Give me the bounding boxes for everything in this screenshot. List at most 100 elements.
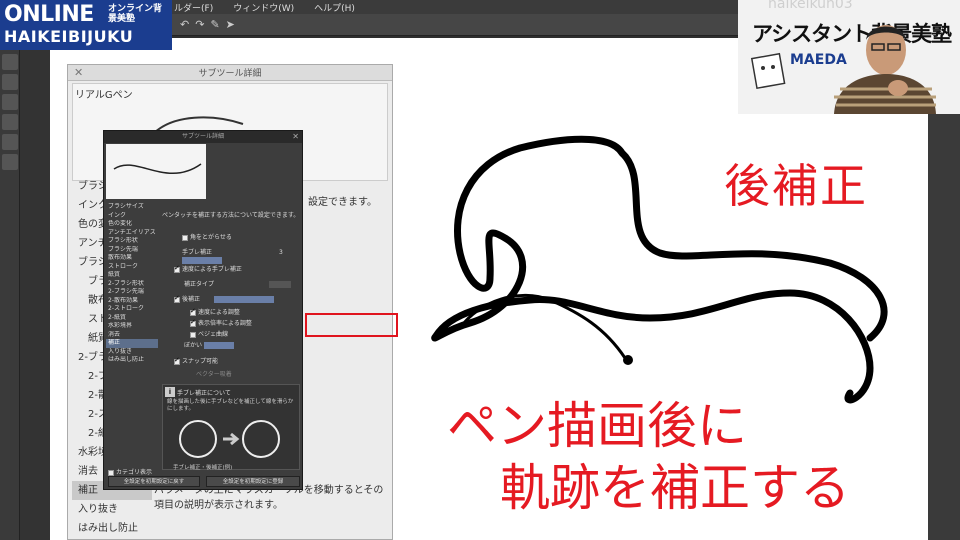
popup-category-item[interactable]: 散布効果 [106,254,158,263]
brand-line1: ONLINE [4,2,94,27]
webcam-faint-text: haikeikun03 [768,0,853,12]
reset-settings-button[interactable]: 全設定を初期設定に戻す [108,476,200,487]
stabilize-label: 手ブレ補正 [182,249,213,256]
category-item[interactable]: はみ出し防止 [72,519,152,538]
mascot-icon [750,52,786,90]
info-title: 手ブレ補正について [177,390,231,397]
arrow-icon[interactable]: ➤ [226,18,235,31]
category-display-checkbox[interactable] [108,469,114,476]
brand-logo: ONLINE オンライン背景美塾 HAIKEIBIJUKU [0,0,172,50]
brand-line1-jp: オンライン背景美塾 [108,4,163,24]
popup-category-item[interactable]: ブラシ形状 [106,237,158,246]
bezier-label: ベジェ曲線 [198,331,229,338]
speed-checkbox[interactable] [174,264,180,273]
corner-option[interactable]: 角をとがらせる [182,233,232,242]
popup-intro: ペンタッチを補正する方法について設定できます。 [162,212,300,219]
popup-category-item[interactable]: 水彩境界 [106,322,158,331]
type-label: 補正タイプ [184,281,215,288]
tool-button[interactable] [2,54,18,70]
popup-category-item[interactable]: インク [106,212,158,221]
info-icon: i [165,387,175,397]
popup-category-item[interactable]: 入り抜き [106,348,158,357]
menu-item-help[interactable]: ヘルプ(H) [314,1,355,14]
undo-icon[interactable]: ↶ [180,18,189,31]
stroke-end-dot [623,355,633,365]
popup-brush-preview [106,144,206,199]
popup-category-item[interactable]: 2-ストローク [106,305,158,314]
highlight-frame [305,313,398,337]
popup-category-item[interactable]: 色の変化 [106,220,158,229]
tool-button[interactable] [2,74,18,90]
tool-button[interactable] [2,134,18,150]
popup-preview-stroke [113,163,202,175]
close-icon[interactable]: ✕ [74,66,83,79]
presenter-video [834,25,936,114]
popup-category-item-active[interactable]: 補正 [106,339,158,348]
type-select[interactable] [269,281,291,288]
snap-label: スナップ可能 [182,358,219,365]
post-option[interactable]: 後補正 [174,294,200,304]
popup-title: サブツール詳細 [181,133,224,140]
toolbar: ↶ ↷ ✎ ➤ [170,14,790,36]
popup-category-item[interactable]: 2-ブラシ先端 [106,288,158,297]
snap-option[interactable]: スナップ可能 [174,356,219,366]
category-display-label: カテゴリ表示 [116,469,153,476]
tool-button[interactable] [2,154,18,170]
popup-category-item[interactable]: アンチエイリアス [106,229,158,238]
popup-category-item[interactable]: ブラシ先端 [106,246,158,255]
screen: ルダー(F) ウィンドウ(W) ヘルプ(H) ↶ ↷ ✎ ➤ ✕ サブツール詳細 [0,0,960,540]
side-panel [20,50,50,540]
brand-line2: HAIKEIBIJUKU [4,27,134,46]
menu-item-folder[interactable]: ルダー(F) [174,1,213,14]
stabilize-slider[interactable] [182,257,222,264]
close-icon[interactable]: ✕ [292,131,299,143]
smooth-label: ぼかい [184,342,203,349]
tool-palette [0,50,20,540]
popup-category-item[interactable]: 消去 [106,331,158,340]
subtool-titlebar[interactable]: ✕ サブツール詳細 [68,65,392,81]
bezier-option[interactable]: ベジェ曲線 [190,330,228,339]
raw-stroke-tail [458,293,627,360]
speed-label: 速度による手ブレ補正 [182,266,242,273]
popup-category-item[interactable]: はみ出し防止 [106,356,158,365]
webcam-overlay: haikeikun03 アシスタント背景美塾 MAEDA [738,0,960,114]
category-item[interactable]: 入り抜き [72,500,152,519]
smooth-slider[interactable] [204,342,234,349]
post-zoom-checkbox[interactable] [190,318,196,327]
popup-category-list: ブラシサイズ インク 色の変化 アンチエイリアス ブラシ形状 ブラシ先端 散布効… [106,203,158,365]
post-speed-option[interactable]: 速度による調整 [190,307,240,317]
popup-category-item[interactable]: ストローク [106,263,158,272]
post-slider[interactable] [214,296,274,303]
register-settings-button[interactable]: 全設定を初期設定に登録 [206,476,300,487]
subtool-title: サブツール詳細 [198,69,262,79]
tool-button[interactable] [2,94,18,110]
post-speed-checkbox[interactable] [190,307,196,316]
post-zoom-label: 表示倍率による調整 [198,320,252,327]
menubar: ルダー(F) ウィンドウ(W) ヘルプ(H) [170,0,790,14]
settings-hint: 設定できます。 [308,197,377,208]
popup-category-item[interactable]: 2-紙質 [106,314,158,323]
tool-button[interactable] [2,114,18,130]
annotation-line2: 軌跡を補正する [500,459,850,517]
pen-icon[interactable]: ✎ [210,18,219,31]
popup-category-item[interactable]: 紙質 [106,271,158,280]
bezier-checkbox[interactable] [190,331,196,338]
redo-icon[interactable]: ↷ [195,18,204,31]
popup-category-item[interactable]: 2-ブラシ形状 [106,280,158,289]
speed-option[interactable]: 速度による手ブレ補正 [174,264,242,274]
subtool-detail-popup: サブツール詳細 ✕ ブラシサイズ インク 色の変化 アンチエイリアス ブラシ形状… [103,130,303,490]
popup-category-item[interactable]: ブラシサイズ [106,203,158,212]
post-zoom-option[interactable]: 表示倍率による調整 [190,318,252,328]
vector-label: ベクター吸着 [196,371,232,378]
corner-checkbox[interactable] [182,234,188,241]
corner-label: 角をとがらせる [190,234,232,241]
category-display-option[interactable]: カテゴリ表示 [108,467,152,476]
popup-titlebar[interactable]: サブツール詳細 ✕ [104,131,302,143]
info-example-label: 手ブレ補正・後補正(例) [173,465,233,471]
snap-checkbox[interactable] [174,356,180,365]
menu-item-window[interactable]: ウィンドウ(W) [233,1,294,14]
popup-category-item[interactable]: 2-散布効果 [106,297,158,306]
info-box: i 手ブレ補正について 線を描画した後に手ブレなどを補正して線を滑らかにします。… [162,384,300,471]
post-checkbox[interactable] [174,294,180,303]
annotation-title: 後補正 [724,159,868,213]
